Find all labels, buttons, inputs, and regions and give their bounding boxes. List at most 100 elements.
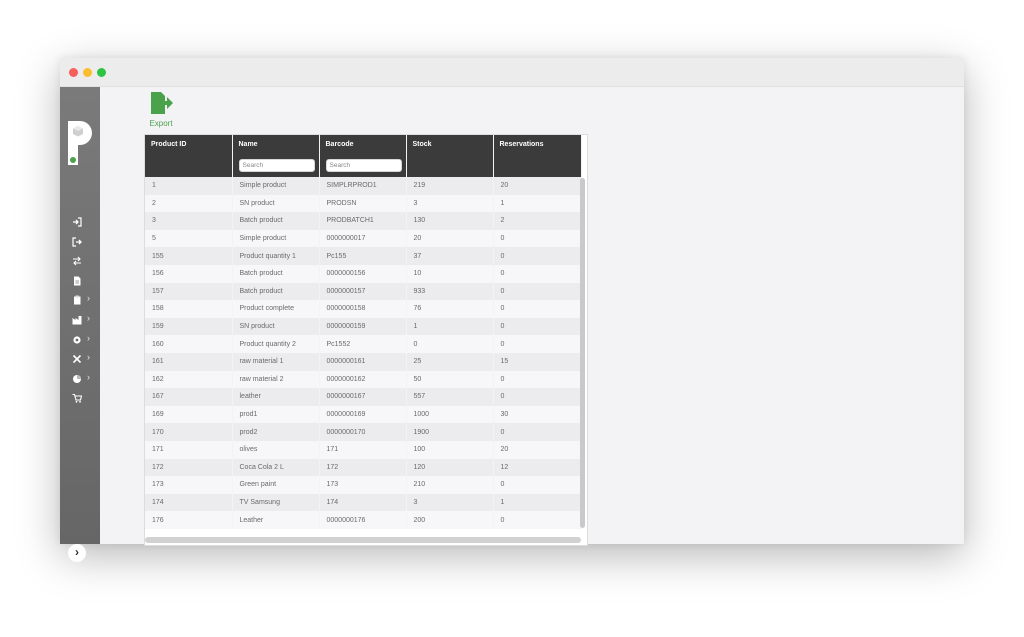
product-id-cell: 173 bbox=[145, 476, 233, 494]
maximize-window-button[interactable] bbox=[97, 68, 106, 77]
minimize-window-button[interactable] bbox=[83, 68, 92, 77]
sidebar-item-clipboard[interactable]: › bbox=[60, 292, 100, 308]
stock-cell: 120 bbox=[406, 458, 494, 477]
barcode-cell: 0000000156 bbox=[319, 264, 407, 283]
column-header-name[interactable]: Name bbox=[232, 135, 320, 153]
table-row[interactable]: 170 prod2 0000000170 1900 0 bbox=[145, 423, 582, 441]
table-row[interactable]: 169 prod1 0000000169 1000 30 bbox=[145, 405, 582, 424]
export-button[interactable]: Export bbox=[146, 91, 176, 128]
sidebar-item-gear[interactable]: › bbox=[60, 332, 100, 348]
filter-cell-empty bbox=[406, 153, 494, 177]
table-row[interactable]: 3 Batch product PRODBATCH1 130 2 bbox=[145, 212, 582, 230]
barcode-cell: 0000000161 bbox=[319, 352, 407, 371]
reservations-cell: 0 bbox=[493, 264, 582, 283]
reservations-cell: 0 bbox=[493, 476, 582, 494]
reservations-cell: 15 bbox=[493, 352, 582, 371]
barcode-search-input[interactable] bbox=[325, 158, 402, 172]
column-header-barcode[interactable]: Barcode bbox=[319, 135, 407, 153]
vertical-scrollbar[interactable] bbox=[580, 178, 585, 528]
product-id-cell: 172 bbox=[145, 458, 233, 477]
expand-sidebar-button[interactable]: › bbox=[68, 544, 86, 562]
table-row[interactable]: 159 SN product 0000000159 1 0 bbox=[145, 317, 582, 336]
name-cell: Simple product bbox=[232, 177, 320, 195]
table-row[interactable]: 161 raw material 1 0000000161 25 15 bbox=[145, 352, 582, 371]
stock-cell: 3 bbox=[406, 194, 494, 213]
stock-cell: 1 bbox=[406, 317, 494, 336]
barcode-cell: 0000000169 bbox=[319, 405, 407, 424]
barcode-cell: 0000000159 bbox=[319, 317, 407, 336]
name-cell: leather bbox=[232, 388, 320, 406]
sign-in-icon bbox=[73, 217, 82, 227]
stock-cell: 0 bbox=[406, 335, 494, 353]
reservations-cell: 12 bbox=[493, 458, 582, 477]
stock-cell: 130 bbox=[406, 212, 494, 230]
product-id-cell: 2 bbox=[145, 194, 233, 213]
sidebar-item-sign-out[interactable] bbox=[60, 234, 100, 250]
reservations-cell: 1 bbox=[493, 194, 582, 213]
barcode-cell: 173 bbox=[319, 476, 407, 494]
reservations-cell: 0 bbox=[493, 229, 582, 248]
column-header-reservations[interactable]: Reservations bbox=[493, 135, 582, 153]
stock-cell: 76 bbox=[406, 300, 494, 318]
name-cell: prod1 bbox=[232, 405, 320, 424]
name-cell: SN product bbox=[232, 317, 320, 336]
name-cell: Batch product bbox=[232, 212, 320, 230]
close-window-button[interactable] bbox=[69, 68, 78, 77]
table-row[interactable]: 155 Product quantity 1 Pc155 37 0 bbox=[145, 247, 582, 265]
name-cell: SN product bbox=[232, 194, 320, 213]
name-search-input[interactable] bbox=[238, 158, 315, 172]
reservations-cell: 0 bbox=[493, 317, 582, 336]
reservations-cell: 1 bbox=[493, 493, 582, 512]
table-row[interactable]: 156 Batch product 0000000156 10 0 bbox=[145, 264, 582, 283]
table-row[interactable]: 167 leather 0000000167 557 0 bbox=[145, 388, 582, 406]
barcode-cell: 0000000167 bbox=[319, 388, 407, 406]
stock-cell: 1900 bbox=[406, 423, 494, 441]
filter-cell-empty bbox=[145, 153, 233, 177]
table-row[interactable]: 172 Coca Cola 2 L 172 120 12 bbox=[145, 458, 582, 477]
sidebar-item-cart[interactable] bbox=[60, 390, 100, 406]
table-row[interactable]: 173 Green paint 173 210 0 bbox=[145, 476, 582, 494]
table-row[interactable]: 162 raw material 2 0000000162 50 0 bbox=[145, 370, 582, 389]
sidebar-item-sign-in[interactable] bbox=[60, 214, 100, 230]
barcode-cell: PRODSN bbox=[319, 194, 407, 213]
product-id-cell: 158 bbox=[145, 300, 233, 318]
product-id-cell: 171 bbox=[145, 440, 233, 459]
barcode-cell: Pc1552 bbox=[319, 335, 407, 353]
table-row[interactable]: 160 Product quantity 2 Pc1552 0 0 bbox=[145, 335, 582, 353]
stock-cell: 20 bbox=[406, 229, 494, 248]
tools-icon bbox=[72, 355, 82, 364]
sidebar-item-document[interactable] bbox=[60, 273, 100, 289]
table-row[interactable]: 158 Product complete 0000000158 76 0 bbox=[145, 300, 582, 318]
app-window: › › › › › › Export Product ID Name Barcode bbox=[60, 58, 964, 562]
column-header-product-id[interactable]: Product ID bbox=[145, 135, 233, 153]
sidebar-item-factory[interactable]: › bbox=[60, 312, 100, 328]
sidebar-item-transfer[interactable] bbox=[60, 253, 100, 269]
sidebar-item-chart[interactable]: › bbox=[60, 371, 100, 387]
sign-out-icon bbox=[72, 236, 82, 247]
table-row[interactable]: 1 Simple product SIMPLRPROD1 219 20 bbox=[145, 177, 582, 195]
reservations-cell: 0 bbox=[493, 282, 582, 301]
name-cell: Green paint bbox=[232, 476, 320, 494]
table-row[interactable]: 174 TV Samsung 174 3 1 bbox=[145, 493, 582, 512]
table-row[interactable]: 5 Simple product 0000000017 20 0 bbox=[145, 229, 582, 248]
stock-cell: 100 bbox=[406, 440, 494, 459]
sidebar: › › › › › › bbox=[60, 87, 100, 562]
stock-cell: 200 bbox=[406, 511, 494, 529]
sidebar-item-tools[interactable]: › bbox=[60, 351, 100, 367]
product-id-cell: 167 bbox=[145, 388, 233, 406]
table-row[interactable]: 171 olives 171 100 20 bbox=[145, 440, 582, 459]
reservations-cell: 0 bbox=[493, 423, 582, 441]
product-id-cell: 1 bbox=[145, 177, 233, 195]
product-id-cell: 155 bbox=[145, 247, 233, 265]
table-row[interactable]: 157 Batch product 0000000157 933 0 bbox=[145, 282, 582, 301]
horizontal-scrollbar[interactable] bbox=[145, 537, 581, 543]
chevron-right-icon: › bbox=[87, 293, 90, 304]
name-cell: prod2 bbox=[232, 423, 320, 441]
table-row[interactable]: 176 Leather 0000000176 200 0 bbox=[145, 511, 582, 529]
table-row[interactable]: 2 SN product PRODSN 3 1 bbox=[145, 194, 582, 213]
stock-cell: 3 bbox=[406, 493, 494, 512]
stock-cell: 37 bbox=[406, 247, 494, 265]
clipboard-icon bbox=[74, 295, 81, 305]
column-header-stock[interactable]: Stock bbox=[406, 135, 494, 153]
transfer-icon bbox=[73, 256, 81, 266]
